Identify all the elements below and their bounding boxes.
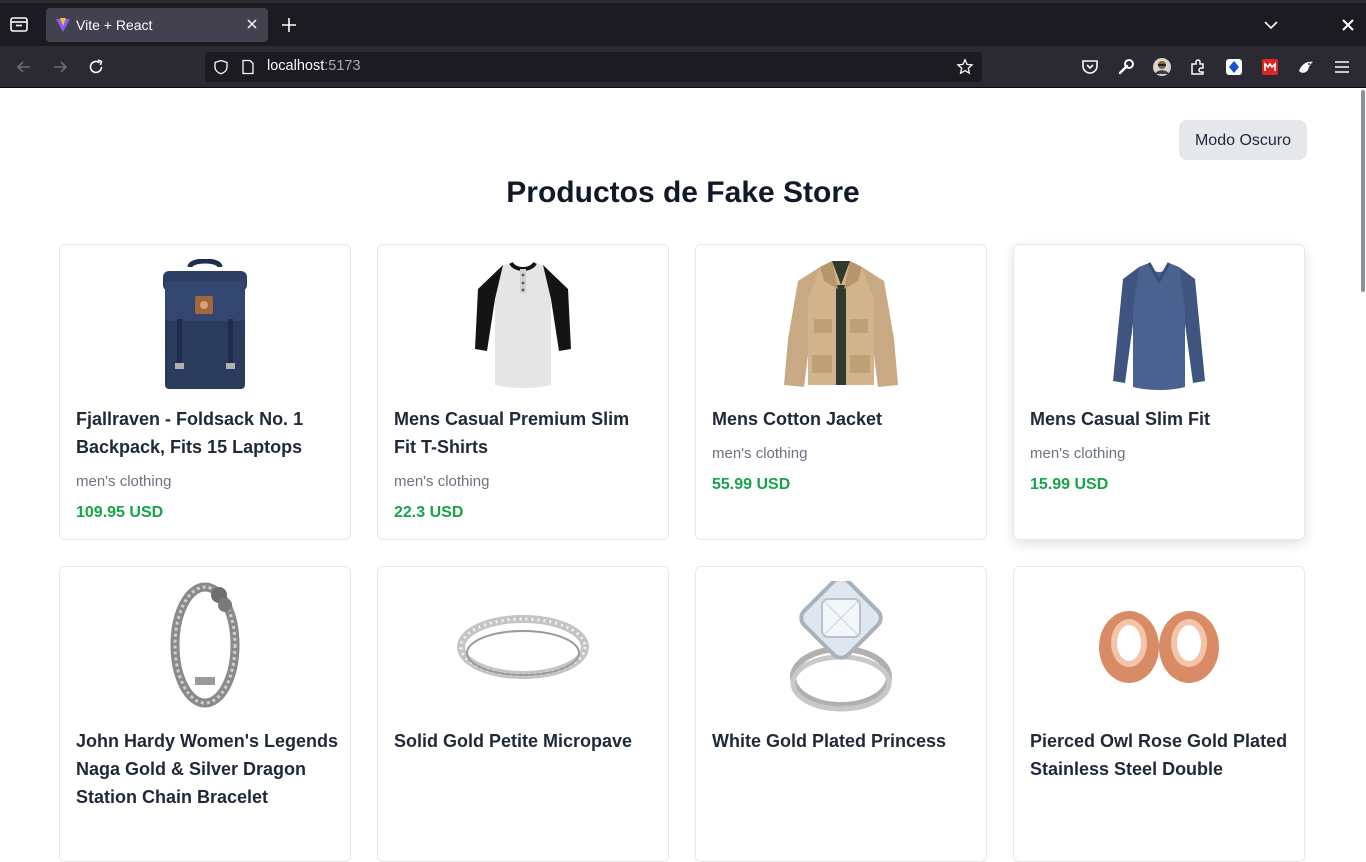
bracelet-image (60, 581, 350, 713)
product-name[interactable]: Mens Casual Slim Fit (1030, 405, 1292, 433)
new-tab-icon[interactable] (280, 16, 298, 34)
dark-mode-button[interactable]: Modo Oscuro (1179, 120, 1307, 160)
product-card[interactable]: Mens Casual Slim Fit men's clothing 15.9… (1013, 244, 1305, 540)
product-card[interactable]: White Gold Plated Princess (695, 566, 987, 862)
url-port: :5173 (324, 58, 361, 74)
page-title: Productos de Fake Store (506, 176, 860, 209)
product-name[interactable]: Mens Cotton Jacket (712, 405, 974, 433)
raglan-shirt-image (378, 259, 668, 391)
tab-bar: Vite + React (0, 0, 1366, 46)
product-card[interactable]: Mens Casual Premium Slim Fit T-Shirts me… (377, 244, 669, 540)
url-bar[interactable]: localhost:5173 (205, 52, 982, 82)
url-text[interactable]: localhost:5173 (267, 58, 361, 74)
product-name[interactable]: John Hardy Women's Legends Naga Gold & S… (76, 727, 338, 811)
extension-blue-icon[interactable] (1224, 57, 1244, 77)
product-name[interactable]: White Gold Plated Princess (712, 727, 974, 755)
backpack-image (60, 259, 350, 391)
product-name[interactable]: Mens Casual Premium Slim Fit T-Shirts (394, 405, 656, 461)
product-price: 15.99 USD (1030, 476, 1109, 493)
navigation-toolbar: localhost:5173 (0, 46, 1366, 88)
product-category: men's clothing (394, 473, 490, 490)
diamond-ring-image (696, 581, 986, 713)
product-card[interactable]: Fjallraven - Foldsack No. 1 Backpack, Fi… (59, 244, 351, 540)
menu-icon[interactable] (1332, 57, 1352, 77)
tab-list-icon[interactable] (8, 13, 30, 35)
page-icon[interactable] (240, 59, 256, 75)
rose-gold-plugs-image (1014, 581, 1304, 713)
extensions-icon[interactable] (1188, 57, 1208, 77)
chevron-down-icon[interactable] (1262, 16, 1280, 34)
bookmark-star-icon[interactable] (956, 58, 974, 76)
product-price: 55.99 USD (712, 476, 791, 493)
back-arrow-icon[interactable] (14, 57, 34, 77)
reload-icon[interactable] (86, 57, 106, 77)
product-price: 22.3 USD (394, 504, 464, 521)
product-name[interactable]: Fjallraven - Foldsack No. 1 Backpack, Fi… (76, 405, 338, 461)
product-category: men's clothing (1030, 445, 1126, 462)
jacket-image (696, 259, 986, 391)
close-tab-icon[interactable] (244, 16, 260, 32)
profile-avatar[interactable] (1152, 57, 1172, 77)
product-price: 109.95 USD (76, 504, 164, 521)
url-host: localhost (267, 58, 325, 74)
product-name[interactable]: Pierced Owl Rose Gold Plated Stainless S… (1030, 727, 1292, 783)
wrench-icon[interactable] (1116, 57, 1136, 77)
product-card[interactable]: Pierced Owl Rose Gold Plated Stainless S… (1013, 566, 1305, 862)
silver-ring-image (378, 581, 668, 713)
product-category: men's clothing (712, 445, 808, 462)
pocket-icon[interactable] (1080, 57, 1100, 77)
product-card[interactable]: John Hardy Women's Legends Naga Gold & S… (59, 566, 351, 862)
extension-bird-icon[interactable] (1296, 57, 1316, 77)
tab-title: Vite + React (76, 17, 153, 33)
vite-logo-icon (55, 17, 71, 33)
product-card[interactable]: Mens Cotton Jacket men's clothing 55.99 … (695, 244, 987, 540)
product-name[interactable]: Solid Gold Petite Micropave (394, 727, 656, 755)
product-card[interactable]: Solid Gold Petite Micropave (377, 566, 669, 862)
long-sleeve-shirt-image (1014, 259, 1304, 391)
shield-icon[interactable] (213, 59, 229, 75)
forward-arrow-icon[interactable] (50, 57, 70, 77)
product-category: men's clothing (76, 473, 172, 490)
browser-tab[interactable]: Vite + React (46, 8, 268, 42)
window-close-icon[interactable] (1340, 17, 1356, 33)
extension-red-icon[interactable] (1260, 57, 1280, 77)
